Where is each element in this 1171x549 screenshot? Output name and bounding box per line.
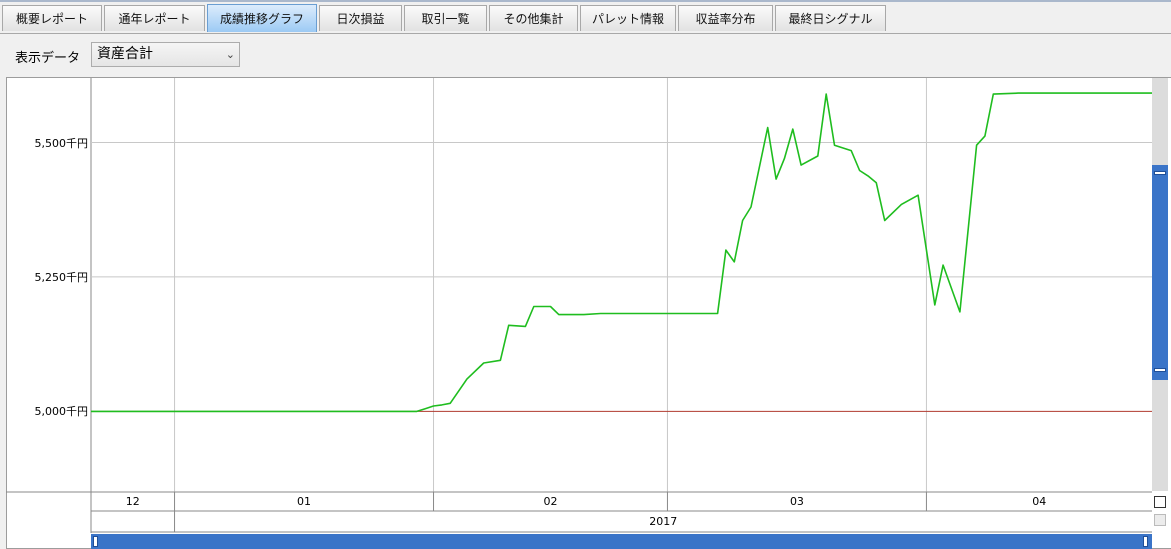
y-tick-label: 5,250千円 [34,270,89,284]
vertical-scroll-thumb[interactable] [1152,165,1168,380]
secondary-checkbox[interactable] [1154,514,1166,526]
asset-total-series [91,92,1152,413]
auto-scale-checkbox[interactable] [1154,496,1166,508]
month-label: 02 [543,495,558,508]
month-label: 12 [125,495,140,508]
horizontal-scroll-left-handle[interactable] [93,536,98,547]
vertical-scroll-top-handle[interactable] [1154,171,1166,175]
month-label: 03 [789,495,804,508]
vertical-scroll-bottom-handle[interactable] [1154,368,1166,372]
month-label: 01 [297,495,312,508]
performance-chart [6,78,1152,533]
horizontal-scrollbar[interactable] [91,534,1152,549]
y-tick-label: 5,500千円 [34,136,89,150]
y-tick-label: 5,000千円 [34,405,89,419]
year-label: 2017 [649,515,678,528]
horizontal-scroll-right-handle[interactable] [1143,536,1148,547]
month-label: 04 [1032,495,1047,508]
